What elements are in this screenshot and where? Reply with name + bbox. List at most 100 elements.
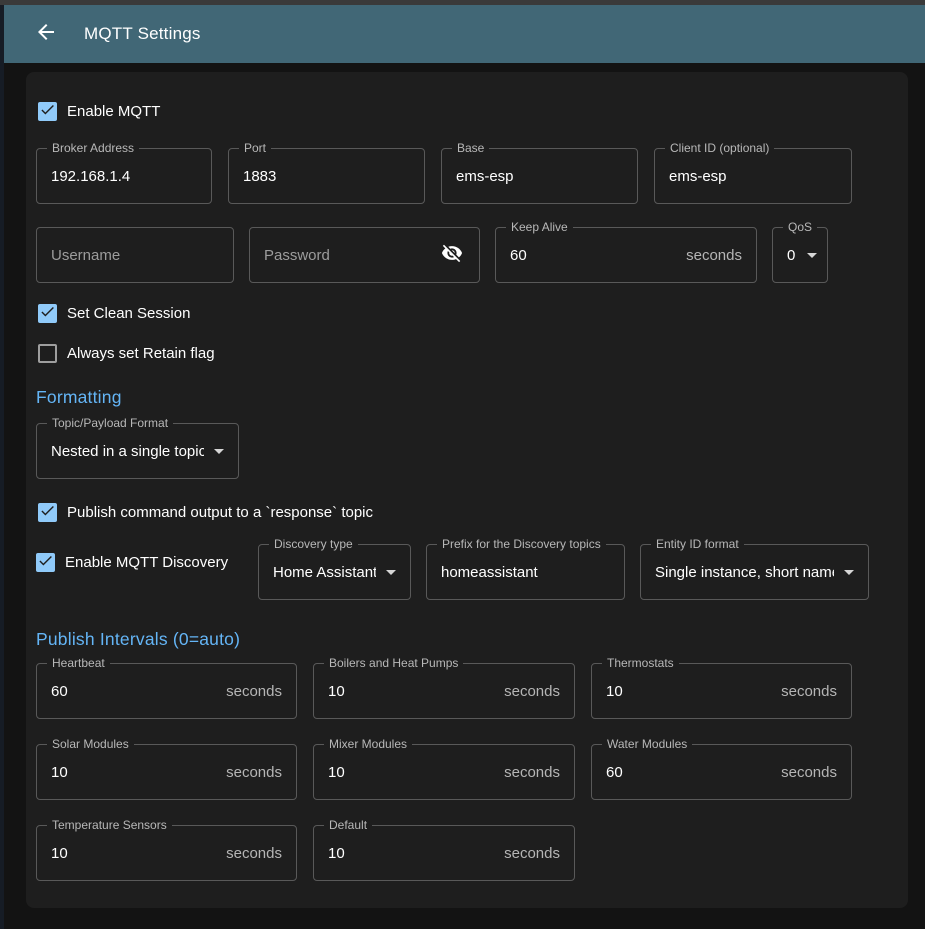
qos-label: QoS: [783, 220, 817, 235]
broker-address-field[interactable]: Broker Address 192.168.1.4: [36, 148, 212, 204]
seconds-suffix: seconds: [781, 683, 837, 700]
base-label: Base: [452, 141, 489, 156]
discovery-type-value: Home Assistant: [273, 564, 376, 581]
entity-id-format-value: Single instance, short name: [655, 564, 834, 581]
discovery-fields: Discovery type Home Assistant Prefix for…: [258, 544, 869, 600]
water-interval-field[interactable]: Water Modules 60 seconds: [591, 744, 852, 800]
heartbeat-interval-field[interactable]: Heartbeat 60 seconds: [36, 663, 297, 719]
arrow-left-icon: [34, 20, 58, 49]
retain-flag-label: Always set Retain flag: [67, 345, 215, 362]
discovery-prefix-value: homeassistant: [441, 564, 610, 581]
publish-response-row: Publish command output to a `response` t…: [38, 503, 898, 522]
solar-label: Solar Modules: [47, 737, 134, 752]
mixer-interval-field[interactable]: Mixer Modules 10 seconds: [313, 744, 575, 800]
enable-discovery-checkbox[interactable]: [36, 553, 55, 572]
enable-mqtt-label: Enable MQTT: [67, 103, 160, 120]
discovery-type-label: Discovery type: [269, 537, 358, 552]
topic-format-value: Nested in a single topic: [51, 443, 204, 460]
qos-select[interactable]: QoS 0: [772, 227, 828, 283]
publish-response-label: Publish command output to a `response` t…: [67, 504, 373, 521]
keep-alive-suffix: seconds: [686, 247, 742, 264]
chevron-down-icon: [807, 253, 817, 258]
entity-id-format-select[interactable]: Entity ID format Single instance, short …: [640, 544, 869, 600]
port-field[interactable]: Port 1883: [228, 148, 425, 204]
credentials-row: Username Password Keep Alive 60 seconds …: [36, 227, 898, 283]
solar-interval-field[interactable]: Solar Modules 10 seconds: [36, 744, 297, 800]
client-id-label: Client ID (optional): [665, 141, 774, 156]
visibility-off-icon: [441, 242, 463, 269]
settings-card: Enable MQTT Broker Address 192.168.1.4 P…: [26, 72, 908, 908]
checkmark-icon: [39, 303, 56, 325]
enable-discovery-label: Enable MQTT Discovery: [65, 554, 228, 571]
seconds-suffix: seconds: [226, 683, 282, 700]
port-label: Port: [239, 141, 271, 156]
mixer-value: 10: [328, 764, 496, 781]
temperature-label: Temperature Sensors: [47, 818, 172, 833]
heartbeat-value: 60: [51, 683, 218, 700]
qos-value: 0: [787, 247, 797, 264]
chevron-down-icon: [386, 570, 396, 575]
broker-address-label: Broker Address: [47, 141, 139, 156]
boilers-label: Boilers and Heat Pumps: [324, 656, 463, 671]
broker-fields-row: Broker Address 192.168.1.4 Port 1883 Bas…: [36, 148, 898, 204]
checkmark-icon: [39, 502, 56, 524]
topic-format-label: Topic/Payload Format: [47, 416, 173, 431]
retain-flag-row: Always set Retain flag: [38, 344, 898, 363]
boilers-interval-field[interactable]: Boilers and Heat Pumps 10 seconds: [313, 663, 575, 719]
seconds-suffix: seconds: [504, 764, 560, 781]
chevron-down-icon: [214, 449, 224, 454]
retain-flag-checkbox[interactable]: [38, 344, 57, 363]
seconds-suffix: seconds: [226, 845, 282, 862]
default-interval-field[interactable]: Default 10 seconds: [313, 825, 575, 881]
entity-id-format-label: Entity ID format: [651, 537, 744, 552]
formatting-heading: Formatting: [36, 387, 898, 408]
seconds-suffix: seconds: [781, 764, 837, 781]
base-field[interactable]: Base ems-esp: [441, 148, 638, 204]
default-value: 10: [328, 845, 496, 862]
clean-session-label: Set Clean Session: [67, 305, 190, 322]
enable-mqtt-row: Enable MQTT: [38, 102, 898, 121]
solar-value: 10: [51, 764, 218, 781]
seconds-suffix: seconds: [226, 764, 282, 781]
keep-alive-value: 60: [510, 247, 678, 264]
clean-session-checkbox[interactable]: [38, 304, 57, 323]
back-button[interactable]: [26, 14, 66, 54]
checkmark-icon: [37, 552, 54, 574]
chevron-down-icon: [844, 570, 854, 575]
seconds-suffix: seconds: [504, 845, 560, 862]
username-placeholder: Username: [51, 247, 219, 264]
password-field[interactable]: Password: [249, 227, 480, 283]
intervals-grid: Heartbeat 60 seconds Boilers and Heat Pu…: [36, 663, 898, 881]
window-left-edge: [0, 5, 4, 929]
thermostats-label: Thermostats: [602, 656, 679, 671]
toggle-password-visibility-button[interactable]: [439, 242, 465, 268]
base-value: ems-esp: [456, 168, 623, 185]
mixer-label: Mixer Modules: [324, 737, 412, 752]
seconds-suffix: seconds: [504, 683, 560, 700]
keep-alive-field[interactable]: Keep Alive 60 seconds: [495, 227, 757, 283]
discovery-prefix-label: Prefix for the Discovery topics: [437, 537, 606, 552]
username-field[interactable]: Username: [36, 227, 234, 283]
water-label: Water Modules: [602, 737, 692, 752]
default-label: Default: [324, 818, 372, 833]
discovery-row: Enable MQTT Discovery Discovery type Hom…: [36, 544, 898, 600]
enable-mqtt-checkbox[interactable]: [38, 102, 57, 121]
keep-alive-label: Keep Alive: [506, 220, 573, 235]
enable-discovery-row: Enable MQTT Discovery: [36, 553, 258, 572]
checkmark-icon: [39, 101, 56, 123]
boilers-value: 10: [328, 683, 496, 700]
publish-response-checkbox[interactable]: [38, 503, 57, 522]
client-id-field[interactable]: Client ID (optional) ems-esp: [654, 148, 852, 204]
heartbeat-label: Heartbeat: [47, 656, 110, 671]
discovery-type-select[interactable]: Discovery type Home Assistant: [258, 544, 411, 600]
client-id-value: ems-esp: [669, 168, 837, 185]
temperature-value: 10: [51, 845, 218, 862]
thermostats-interval-field[interactable]: Thermostats 10 seconds: [591, 663, 852, 719]
temperature-interval-field[interactable]: Temperature Sensors 10 seconds: [36, 825, 297, 881]
discovery-prefix-field[interactable]: Prefix for the Discovery topics homeassi…: [426, 544, 625, 600]
thermostats-value: 10: [606, 683, 773, 700]
topic-format-select[interactable]: Topic/Payload Format Nested in a single …: [36, 423, 239, 479]
app-bar: MQTT Settings: [4, 5, 925, 63]
water-value: 60: [606, 764, 773, 781]
password-placeholder: Password: [264, 247, 439, 264]
